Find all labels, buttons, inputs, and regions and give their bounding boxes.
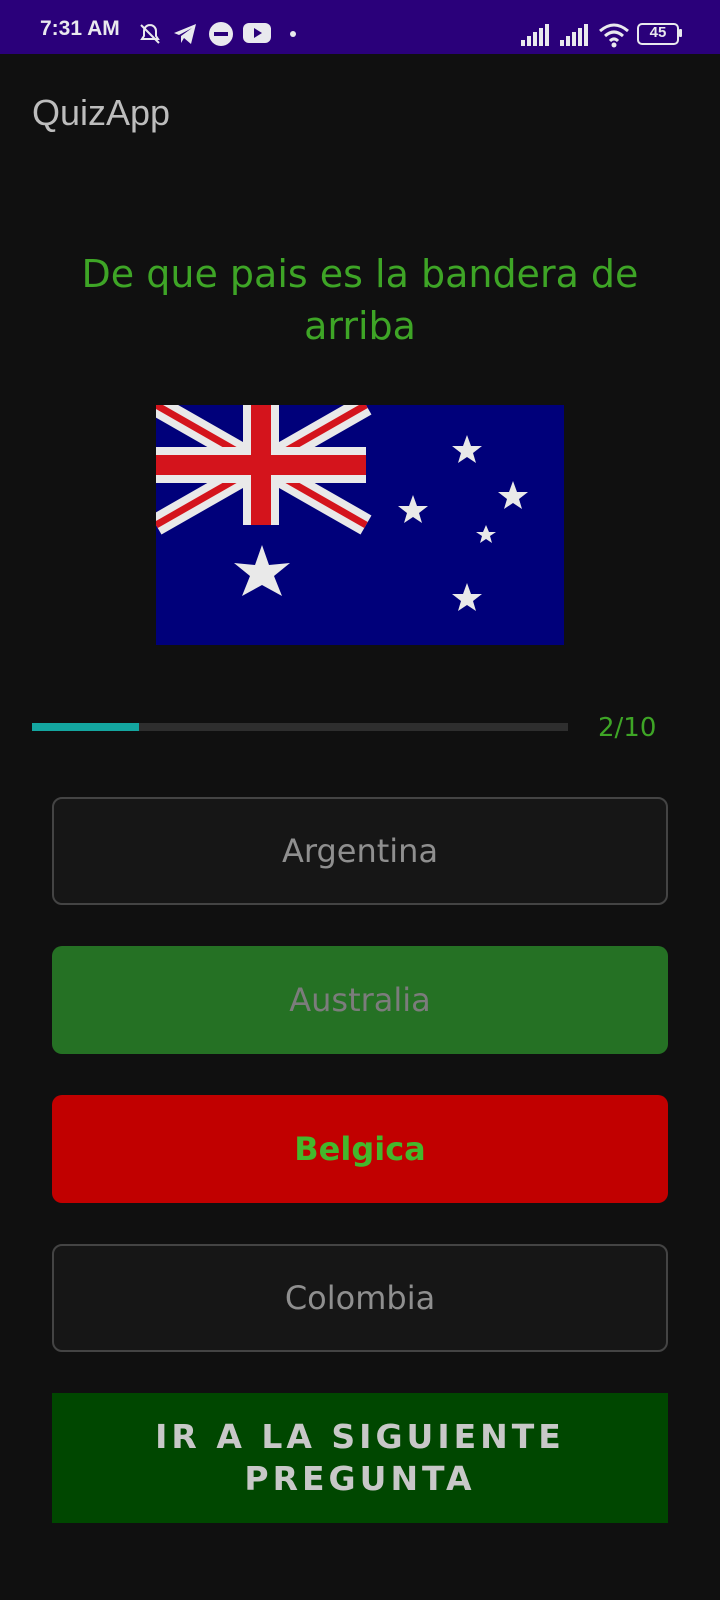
option-button-belgica[interactable]: Belgica [52,1095,668,1203]
status-time: 7:31 AM [40,17,120,40]
wifi-icon [599,23,629,48]
youtube-icon [243,23,271,43]
union-jack [156,405,372,535]
battery-level: 45 [649,24,667,41]
status-bar: 7:31 AM 45 [0,0,720,54]
battery-icon: 45 [637,23,682,45]
dot-icon [290,31,296,37]
app-title: QuizApp [32,92,171,133]
option-button-argentina[interactable]: Argentina [52,797,668,905]
do-not-disturb-icon [209,22,233,46]
next-question-label: IR A LA SIGUIENTE PREGUNTA [155,1417,565,1498]
signal-icon [560,24,588,46]
telegram-icon [174,24,196,44]
option-button-australia[interactable]: Australia [52,946,668,1054]
progress-label: 2/10 [598,713,657,743]
australia-flag-image [156,405,564,645]
progress-fill [32,723,140,731]
next-question-button[interactable]: IR A LA SIGUIENTE PREGUNTA [52,1393,668,1523]
option-button-colombia[interactable]: Colombia [52,1244,668,1352]
app-bar: QuizApp [0,54,720,170]
progress-bar [32,723,568,731]
mute-alarm-icon [140,23,160,44]
question-text: De que pais es la bandera de arriba [81,252,639,348]
signal-icon [521,24,549,46]
